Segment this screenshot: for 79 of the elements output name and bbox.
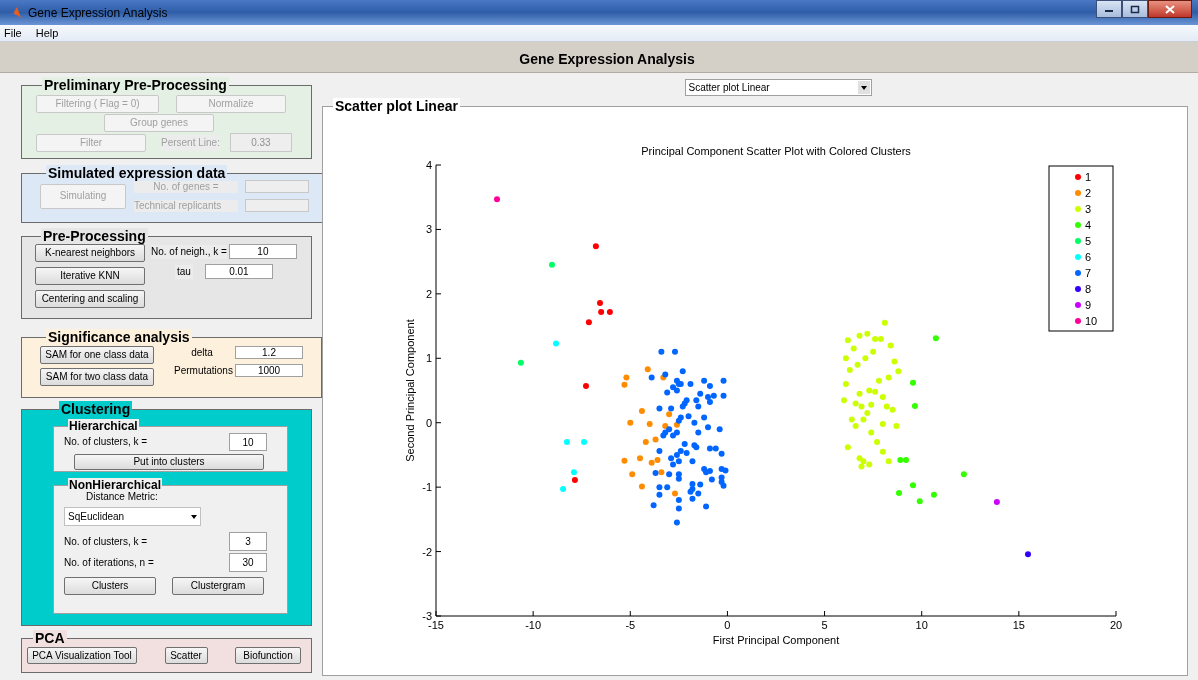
legend-label: 9 (1085, 299, 1092, 311)
button[interactable]: SAM for one class data (40, 346, 154, 364)
field-label: No. of iterations, n = (64, 557, 154, 568)
button[interactable]: SAM for two class data (40, 368, 154, 386)
tick-label: 3 (425, 223, 432, 236)
legend-label: 3 (1085, 203, 1092, 215)
panel-title: PCA (33, 630, 67, 646)
legend-label: 5 (1085, 235, 1092, 247)
field-label: Distance Metric: (86, 492, 158, 502)
input-field[interactable]: 30 (229, 553, 267, 572)
tick-label: 1 (425, 352, 432, 365)
input-field[interactable] (245, 180, 309, 193)
tick-label: 2 (425, 287, 432, 300)
field-label: No. of clusters, k = (64, 536, 148, 547)
field-label: Persent Line: (161, 134, 220, 151)
field-label: tau (175, 264, 193, 279)
legend-label: 1 (1085, 171, 1092, 183)
button[interactable]: Centering and scaling (35, 290, 145, 308)
window-title: Gene Expression Analysis (28, 4, 168, 22)
button[interactable]: Iterative KNN (35, 267, 145, 285)
legend-label: 10 (1085, 315, 1098, 327)
tick-label: -5 (625, 619, 636, 631)
input-field[interactable]: 0.01 (204, 264, 273, 279)
dropdown[interactable]: Scatter plot Linear (684, 79, 872, 96)
tick-label: 0 (724, 619, 731, 631)
panel-title: Clustering (59, 401, 133, 417)
legend-label: 7 (1085, 267, 1092, 279)
tick-label: 0 (425, 416, 432, 429)
input-field[interactable]: 10 (228, 244, 297, 259)
dropdown[interactable]: SqEuclidean (64, 507, 201, 526)
tick-label: 20 (1109, 619, 1123, 631)
input-field[interactable]: 3 (229, 532, 267, 551)
panel-title: Scatter plot Linear (333, 98, 460, 114)
tick-label: 15 (1012, 619, 1025, 631)
panel-title: NonHierarchical (68, 478, 163, 492)
input-field[interactable]: 10 (229, 433, 267, 451)
chart-title: Principal Component Scatter Plot with Colored Clusters (641, 145, 911, 157)
panel-title: Preliminary Pre-Processing (42, 77, 229, 93)
button[interactable]: Clusters (64, 577, 156, 595)
button[interactable]: Biofunction (235, 647, 301, 664)
header-title: Gene Expression Analysis (519, 50, 695, 69)
legend-label: 2 (1085, 187, 1092, 199)
menu-item[interactable]: File (4, 24, 22, 42)
button[interactable]: PCA Visualization Tool (27, 647, 137, 664)
field-label: delta (190, 347, 214, 358)
minimize-button[interactable] (1096, 0, 1122, 18)
tick-label: 10 (915, 619, 928, 631)
legend-label: 6 (1085, 251, 1092, 263)
close-icon (1165, 4, 1175, 14)
input-field[interactable] (245, 199, 309, 212)
axis-title: First Principal Component (712, 634, 840, 646)
tick-label: 5 (821, 619, 828, 631)
close-button[interactable] (1148, 0, 1192, 18)
input-field[interactable]: 1000 (235, 364, 303, 377)
field-label: No. of neigh., k = (151, 244, 227, 259)
button[interactable]: K-nearest neighbors (35, 244, 145, 262)
tick-label: -1 (422, 481, 432, 494)
panel-title: Significance analysis (46, 329, 192, 345)
legend-label: 8 (1085, 283, 1092, 295)
tick-label: -2 (422, 545, 432, 558)
caret-icon (857, 81, 870, 94)
tick-label: 4 (425, 159, 432, 171)
tick-label: -15 (428, 619, 444, 631)
button[interactable]: Clustergram (172, 577, 264, 595)
menu-item[interactable]: Help (35, 24, 59, 42)
axis-title: Second Principal Component (404, 319, 416, 462)
button[interactable]: Put into clusters (74, 454, 264, 470)
input-field[interactable]: 1.2 (235, 346, 303, 359)
panel-title: Simulated expression data (46, 165, 228, 181)
panel-title: Pre-Processing (41, 228, 148, 244)
button[interactable]: Scatter (164, 647, 208, 664)
field-label: No. of clusters, k = (64, 437, 148, 447)
panel-title: Hierarchical (68, 419, 139, 433)
tick-label: -3 (422, 610, 432, 622)
field-label: Technical replicants (134, 199, 238, 212)
maximize-button[interactable] (1122, 0, 1148, 18)
legend-label: 4 (1085, 219, 1092, 231)
tick-label: -10 (525, 619, 542, 631)
maximize-icon (1130, 4, 1140, 14)
